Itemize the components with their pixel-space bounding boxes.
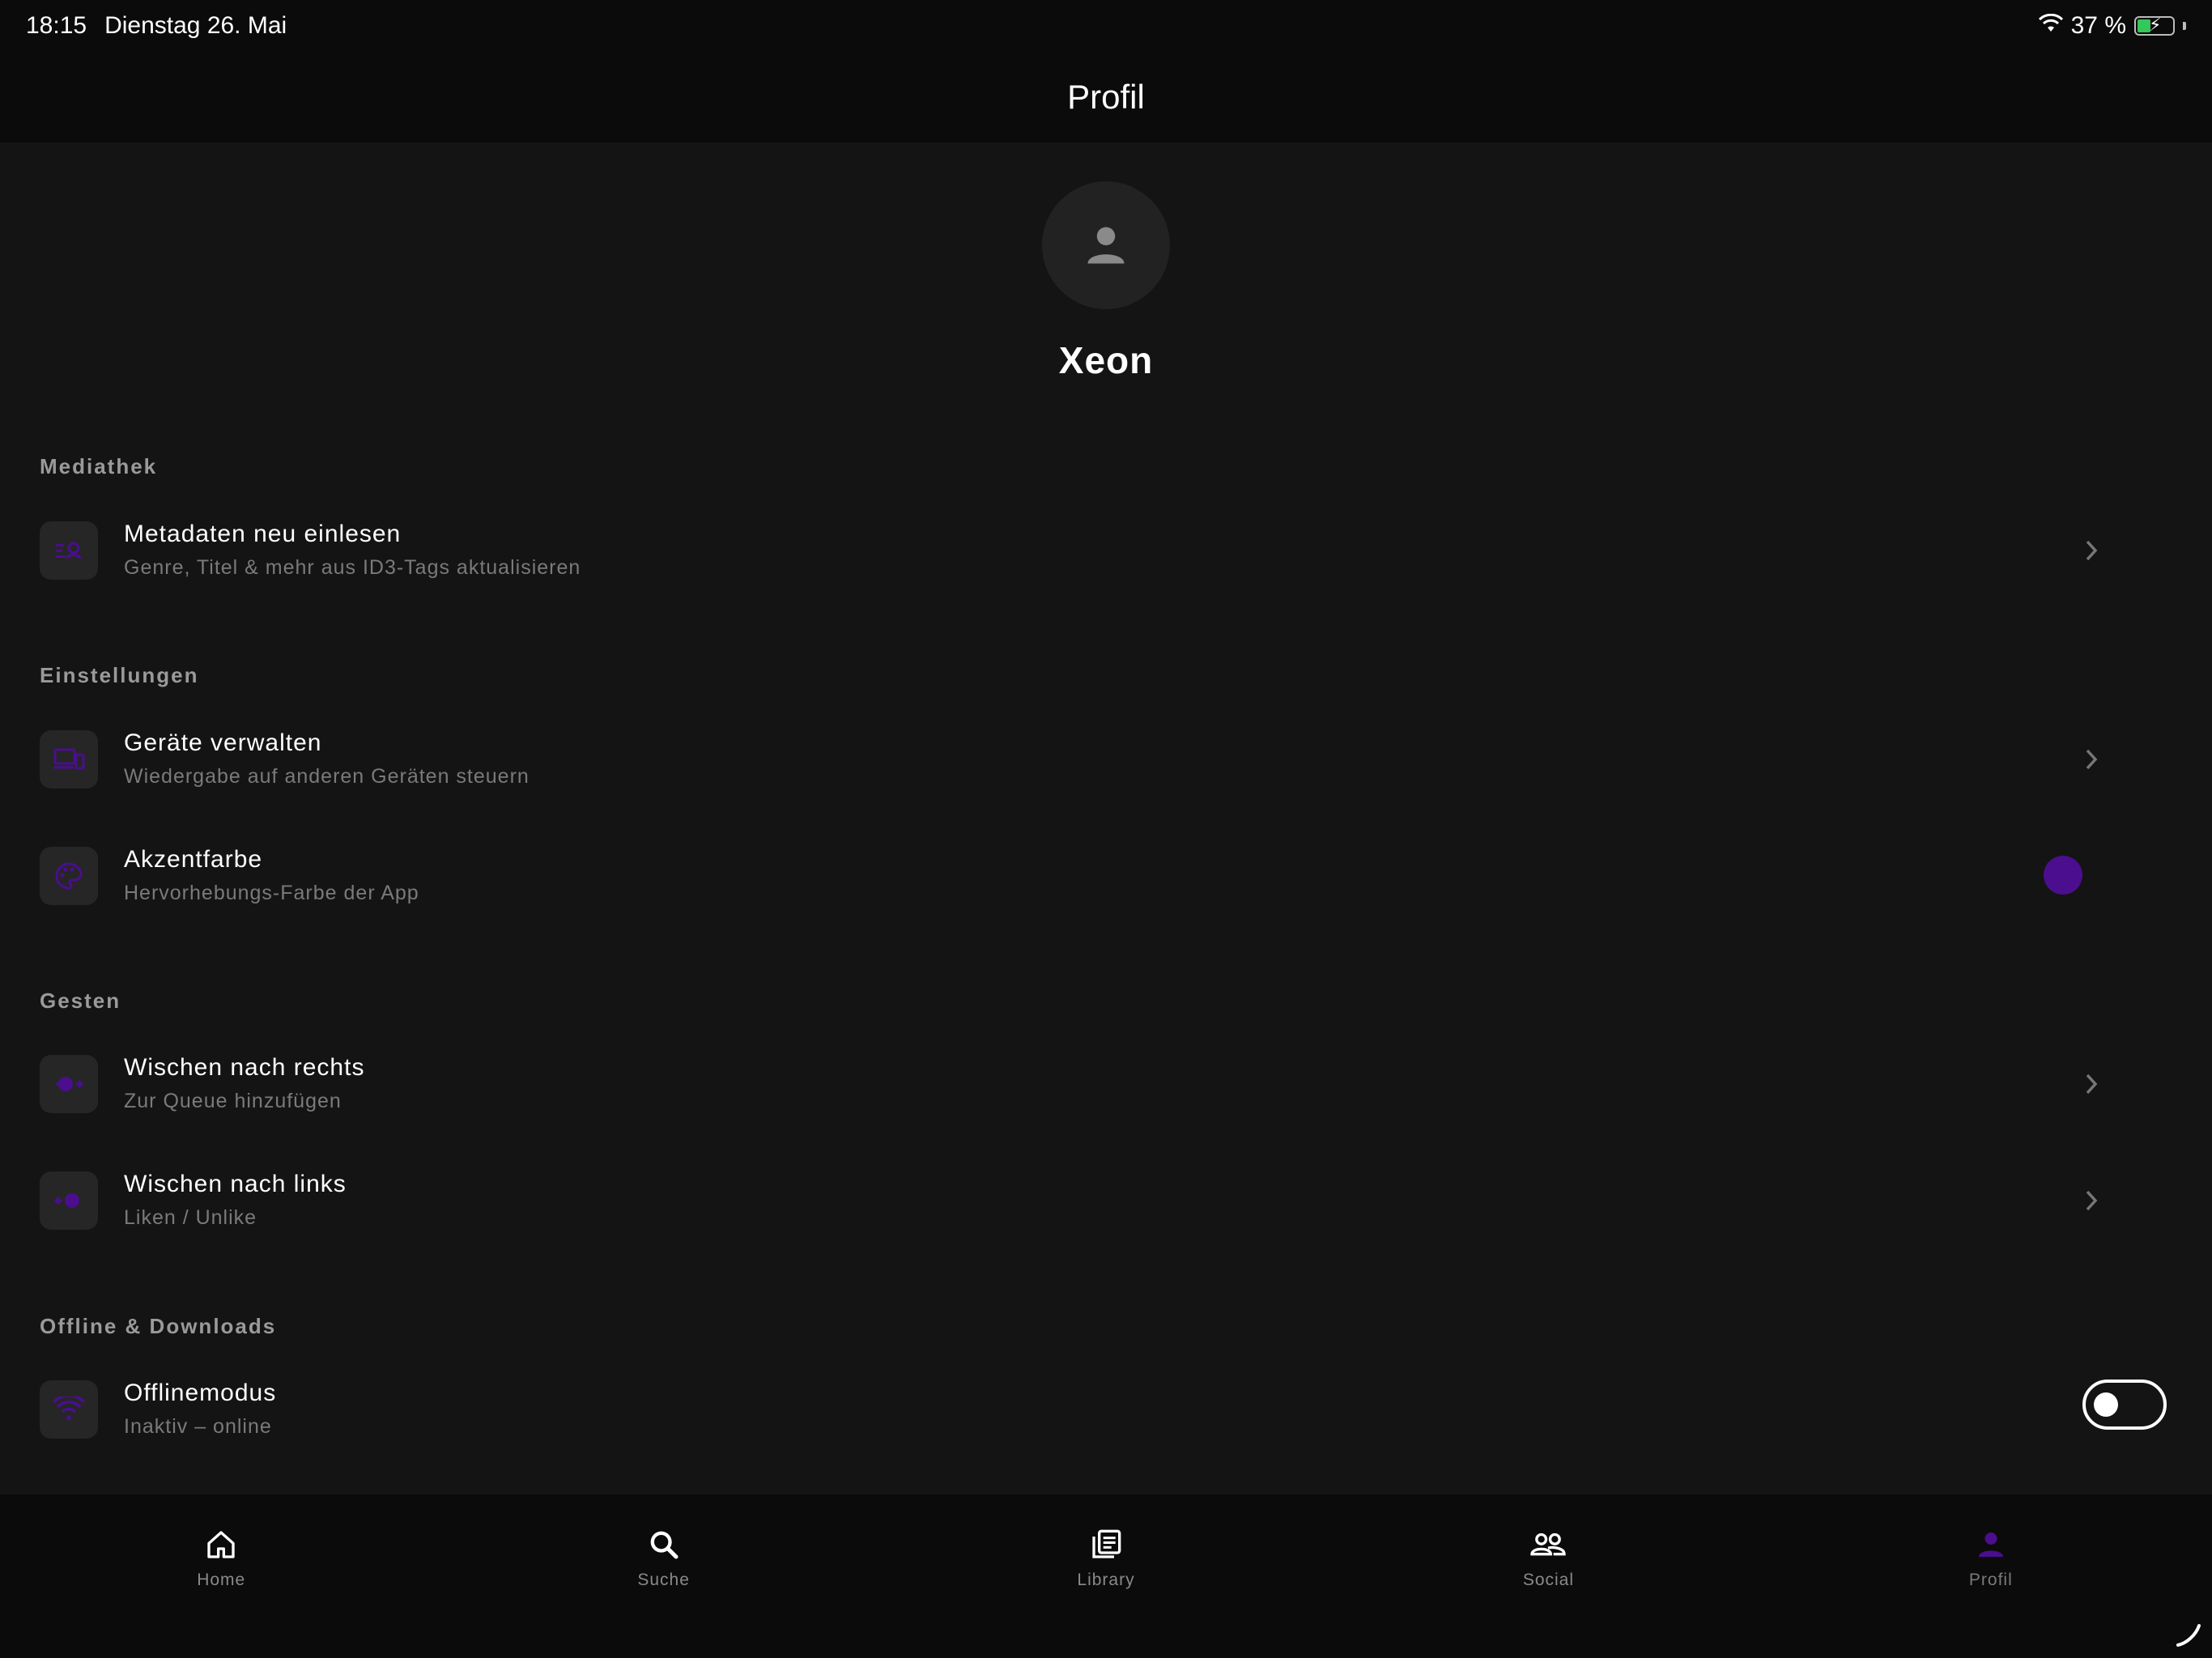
settings-row-devices[interactable]: Geräte verwalten Wiedergabe auf anderen … [0, 707, 2212, 812]
tab-library[interactable]: Library [885, 1494, 1327, 1658]
section-header-gesten: Gesten [40, 988, 121, 1013]
page-title: Profil [1067, 78, 1145, 116]
avatar[interactable] [1042, 181, 1170, 309]
palette-icon [40, 847, 98, 905]
chevron-right-icon [2074, 534, 2108, 568]
home-icon [207, 1531, 235, 1558]
row-subtitle: Liken / Unlike [124, 1206, 257, 1229]
search-icon [650, 1531, 678, 1559]
row-title: Wischen nach links [124, 1171, 347, 1197]
tab-social[interactable]: Social [1327, 1494, 1769, 1658]
row-title: Geräte verwalten [124, 729, 322, 756]
battery-icon: ⚡ [2134, 15, 2175, 36]
row-subtitle: Zur Queue hinzufügen [124, 1090, 342, 1112]
status-time: 18:15 [26, 12, 87, 39]
navigation-bar: Profil [0, 52, 2212, 142]
battery-tip [2183, 22, 2186, 30]
status-date: Dienstag 26. Mai [104, 12, 287, 39]
toggle-knob [2094, 1392, 2118, 1417]
devices-icon [40, 730, 98, 789]
chevron-right-icon [2074, 742, 2108, 776]
offline-mode-toggle[interactable] [2082, 1380, 2167, 1430]
settings-row-swipe-left[interactable]: Wischen nach links Liken / Unlike [0, 1148, 2212, 1253]
row-subtitle: Genre, Titel & mehr aus ID3-Tags aktuali… [124, 556, 581, 579]
tab-label: Home [197, 1571, 246, 1589]
scroll-handle-icon [2176, 1624, 2201, 1647]
social-icon [1530, 1533, 1567, 1556]
row-title: Offlinemodus [124, 1380, 277, 1406]
tab-bar: Home Suche Library Social Profil [0, 1494, 2212, 1658]
tab-label: Social [1522, 1571, 1575, 1589]
library-icon [1092, 1529, 1121, 1558]
tab-label: Library [1077, 1571, 1135, 1589]
chevron-right-icon [2074, 1067, 2108, 1101]
swipe-right-icon [40, 1055, 98, 1113]
section-header-einstellungen: Einstellungen [40, 663, 199, 687]
row-subtitle: Inaktiv – online [124, 1415, 272, 1438]
settings-row-metadata[interactable]: Metadaten neu einlesen Genre, Titel & me… [0, 498, 2212, 603]
chevron-right-icon [2074, 1184, 2108, 1218]
accent-color-swatch[interactable] [2044, 856, 2082, 895]
row-title: Metadaten neu einlesen [124, 521, 402, 547]
row-title: Akzentfarbe [124, 846, 263, 873]
row-subtitle: Wiedergabe auf anderen Geräten steuern [124, 765, 530, 788]
battery-percent: 37 % [2070, 12, 2126, 39]
tab-search[interactable]: Suche [442, 1494, 884, 1658]
tab-label: Suche [637, 1571, 690, 1589]
tab-label: Profil [1968, 1571, 2013, 1589]
tab-home[interactable]: Home [0, 1494, 442, 1658]
person-icon [1087, 227, 1125, 264]
profile-name: Xeon [1058, 339, 1154, 381]
section-header-offline: Offline & Downloads [40, 1314, 277, 1338]
settings-row-accent-color[interactable]: Akzentfarbe Hervorhebungs-Farbe der App [0, 823, 2212, 929]
settings-row-swipe-right[interactable]: Wischen nach rechts Zur Queue hinzufügen [0, 1031, 2212, 1137]
tab-profil[interactable]: Profil [1770, 1494, 2212, 1658]
person-icon [1978, 1533, 2003, 1557]
swipe-left-icon [40, 1171, 98, 1230]
row-subtitle: Hervorhebungs-Farbe der App [124, 882, 419, 904]
row-title: Wischen nach rechts [124, 1054, 365, 1081]
status-bar: 18:15 Dienstag 26. Mai 37 % ⚡ [0, 0, 2212, 52]
wifi-icon [40, 1380, 98, 1439]
wifi-status-icon [2038, 12, 2063, 40]
section-header-mediathek: Mediathek [40, 454, 158, 478]
scan-metadata-icon [40, 521, 98, 580]
settings-row-offline-mode[interactable]: Offlinemodus Inaktiv – online [0, 1357, 2212, 1462]
